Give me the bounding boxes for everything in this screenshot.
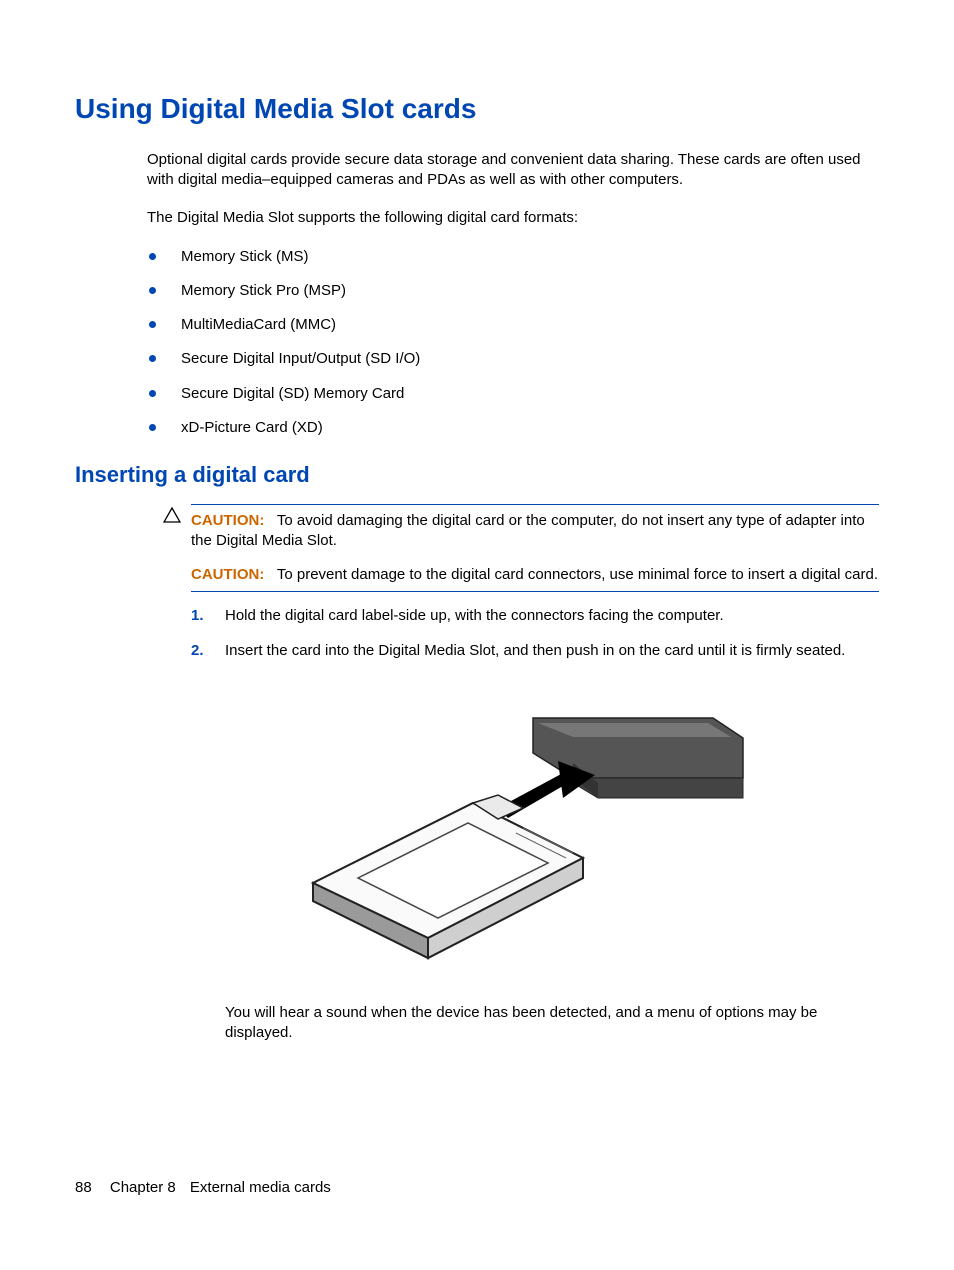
post-illustration-text: You will hear a sound when the device ha… (225, 1003, 879, 1044)
caution-text: To prevent damage to the digital card co… (277, 566, 878, 583)
page-title: Using Digital Media Slot cards (75, 90, 879, 128)
list-item-text: Memory Stick (MS) (181, 248, 309, 265)
step-text: Hold the digital card label-side up, wit… (225, 607, 724, 624)
caution-note-2: CAUTION: To prevent damage to the digita… (191, 565, 879, 592)
step-text: Insert the card into the Digital Media S… (225, 642, 845, 659)
list-item: Memory Stick (MS) (147, 247, 879, 267)
format-list: Memory Stick (MS) Memory Stick Pro (MSP)… (147, 247, 879, 439)
page-number: 88 (75, 1179, 92, 1196)
list-item: Memory Stick Pro (MSP) (147, 281, 879, 301)
step-number: 1. (191, 606, 204, 626)
caution-note-1: CAUTION: To avoid damaging the digital c… (191, 511, 879, 552)
list-item-text: Secure Digital (SD) Memory Card (181, 385, 404, 402)
chapter-label: Chapter 8 (110, 1179, 176, 1196)
list-item-text: Memory Stick Pro (MSP) (181, 282, 346, 299)
caution-text: To avoid damaging the digital card or th… (191, 512, 865, 549)
steps-list: 1. Hold the digital card label-side up, … (191, 606, 879, 661)
intro-paragraph-2: The Digital Media Slot supports the foll… (147, 208, 879, 228)
list-item-text: Secure Digital Input/Output (SD I/O) (181, 350, 420, 367)
list-item: xD-Picture Card (XD) (147, 418, 879, 438)
list-item: Secure Digital Input/Output (SD I/O) (147, 349, 879, 369)
caution-label: CAUTION: (191, 566, 264, 583)
list-item-text: MultiMediaCard (MMC) (181, 316, 336, 333)
sd-card-icon (313, 795, 583, 958)
chapter-title: External media cards (190, 1179, 331, 1196)
step-item: 1. Hold the digital card label-side up, … (191, 606, 879, 626)
card-insertion-illustration (147, 683, 879, 979)
caution-icon (163, 507, 181, 529)
caution-label: CAUTION: (191, 512, 264, 529)
page-footer: 88 Chapter 8 External media cards (75, 1178, 331, 1198)
step-number: 2. (191, 641, 204, 661)
section-heading: Inserting a digital card (75, 460, 879, 490)
list-item: Secure Digital (SD) Memory Card (147, 384, 879, 404)
list-item: MultiMediaCard (MMC) (147, 315, 879, 335)
intro-paragraph-1: Optional digital cards provide secure da… (147, 150, 879, 191)
step-item: 2. Insert the card into the Digital Medi… (191, 641, 879, 661)
list-item-text: xD-Picture Card (XD) (181, 419, 323, 436)
